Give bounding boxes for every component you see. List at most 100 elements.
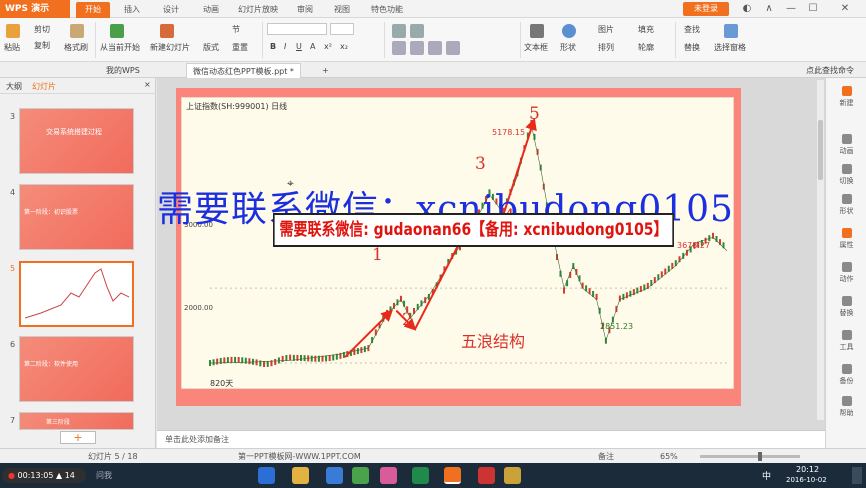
paste-icon[interactable] — [6, 24, 20, 38]
excel-icon[interactable] — [412, 467, 429, 484]
outline-button[interactable]: 轮廓 — [638, 42, 654, 53]
textbox-button[interactable]: 文本框 — [524, 42, 548, 53]
find-button[interactable]: 查找 — [684, 24, 700, 35]
explorer-icon[interactable] — [292, 467, 309, 484]
arrange-button[interactable]: 排列 — [598, 42, 614, 53]
minimize-icon[interactable]: — — [780, 0, 802, 18]
store-icon[interactable] — [326, 467, 343, 484]
close-panel-icon[interactable]: × — [144, 80, 151, 89]
ime-indicator[interactable]: 中 — [762, 469, 771, 482]
add-tab-button[interactable]: + — [316, 63, 335, 78]
rp-new[interactable]: 新建 — [826, 86, 866, 108]
number-list-icon[interactable] — [410, 24, 424, 38]
new-slide-icon[interactable] — [160, 24, 174, 38]
zoom-level[interactable]: 65% — [660, 449, 678, 464]
zoom-slider[interactable] — [700, 452, 800, 461]
tab-slideshow[interactable]: 幻灯片放映 — [232, 2, 284, 18]
replace-button[interactable]: 替换 — [684, 42, 700, 53]
command-search[interactable]: 点此查找命令 — [800, 63, 860, 78]
format-painter-icon[interactable] — [70, 24, 84, 38]
clock-date[interactable]: 2016-10-02 — [786, 476, 827, 484]
tab-outline[interactable]: 大纲 — [6, 81, 22, 92]
shapes-button[interactable]: 形状 — [560, 42, 576, 53]
notification-icon[interactable] — [852, 467, 862, 484]
font-size-select[interactable] — [330, 23, 354, 35]
app-gold-icon[interactable] — [504, 467, 521, 484]
tab-review[interactable]: 审阅 — [290, 2, 320, 18]
cortana-search[interactable]: 问我 — [96, 470, 112, 481]
textbox-icon[interactable] — [530, 24, 544, 38]
rp-tools[interactable]: 工具 — [826, 330, 866, 352]
title-bar: WPS 演示 开始 插入 设计 动画 幻灯片放映 审阅 视图 特色功能 未登录 … — [0, 0, 866, 18]
paste-button[interactable]: 粘贴 — [4, 42, 20, 53]
app-menu-button[interactable]: WPS 演示 — [0, 0, 70, 18]
from-current-button[interactable]: 从当前开始 — [100, 42, 140, 53]
skin-icon[interactable]: ◐ — [736, 0, 758, 18]
rp-shapes[interactable]: 形状 — [826, 194, 866, 216]
bullet-list-icon[interactable] — [392, 24, 406, 38]
rp-transition[interactable]: 切换 — [826, 164, 866, 186]
slide-thumbnail-4[interactable]: 第一阶段：初识股票 — [19, 184, 134, 250]
copy-button[interactable]: 复制 — [34, 40, 50, 51]
ribbon-toggle-icon[interactable]: ∧ — [758, 0, 780, 18]
notes-pane[interactable]: 单击此处添加备注 — [157, 430, 825, 448]
rp-properties[interactable]: 属性 — [826, 228, 866, 250]
superscript-button[interactable]: x² — [324, 42, 332, 51]
tab-special[interactable]: 特色功能 — [364, 2, 410, 18]
edge-icon[interactable] — [258, 467, 275, 484]
font-name-select[interactable] — [267, 23, 327, 35]
align-right-icon[interactable] — [428, 41, 442, 55]
subscript-button[interactable]: x₂ — [340, 42, 348, 51]
rp-backup[interactable]: 备份 — [826, 364, 866, 386]
app-red-icon[interactable] — [478, 467, 495, 484]
tab-view[interactable]: 视图 — [326, 2, 358, 18]
tab-home[interactable]: 开始 — [76, 2, 110, 18]
doc-tab-ppt[interactable]: 微信动态红色PPT模板.ppt * — [186, 63, 301, 78]
tab-animation[interactable]: 动画 — [194, 2, 228, 18]
justify-icon[interactable] — [446, 41, 460, 55]
section-button[interactable]: 节 — [232, 24, 240, 35]
clock-time[interactable]: 20:12 — [796, 465, 819, 474]
shapes-icon[interactable] — [562, 24, 576, 38]
rp-replace[interactable]: 替换 — [826, 296, 866, 318]
tab-insert[interactable]: 插入 — [116, 2, 148, 18]
bold-button[interactable]: B — [270, 42, 276, 51]
tab-design[interactable]: 设计 — [154, 2, 188, 18]
add-slide-button[interactable]: + — [60, 431, 96, 444]
italic-button[interactable]: I — [284, 42, 286, 51]
panel-tabs: 大纲 幻灯片 × — [0, 78, 156, 94]
underline-button[interactable]: U — [296, 42, 302, 51]
rp-animation[interactable]: 动画 — [826, 134, 866, 156]
app-pink-icon[interactable] — [380, 467, 397, 484]
close-icon[interactable]: ✕ — [824, 0, 866, 18]
cut-button[interactable]: 剪切 — [34, 24, 50, 35]
notes-toggle[interactable]: 备注 — [598, 449, 614, 464]
align-left-icon[interactable] — [392, 41, 406, 55]
recorder-widget[interactable]: ● 00:13:05 ▲ 14 — [2, 468, 86, 483]
font-color-button[interactable]: A — [310, 42, 315, 51]
play-from-current-icon[interactable] — [110, 24, 124, 38]
doc-tab-mywps[interactable]: 我的WPS — [100, 63, 146, 78]
slide-thumbnail-7[interactable]: 第三阶段 — [19, 412, 134, 430]
picture-button[interactable]: 图片 — [598, 24, 614, 35]
reset-button[interactable]: 重置 — [232, 42, 248, 53]
layout-button[interactable]: 版式 — [203, 42, 219, 53]
app-green-icon[interactable] — [352, 467, 369, 484]
maximize-icon[interactable]: ☐ — [802, 0, 824, 18]
slide-thumbnail-6[interactable]: 第二阶段：软件使用 — [19, 336, 134, 402]
slide-thumbnail-5[interactable] — [19, 261, 134, 327]
select-pane-button[interactable]: 选择窗格 — [714, 42, 746, 53]
fill-button[interactable]: 填充 — [638, 24, 654, 35]
tab-slides[interactable]: 幻灯片 — [32, 81, 56, 92]
align-center-icon[interactable] — [410, 41, 424, 55]
wps-presentation-icon[interactable] — [444, 467, 461, 484]
format-painter-button[interactable]: 格式刷 — [64, 42, 88, 53]
new-slide-button[interactable]: 新建幻灯片 — [150, 42, 190, 53]
vertical-scrollbar[interactable] — [817, 80, 824, 420]
rp-action[interactable]: 动作 — [826, 262, 866, 284]
rp-help[interactable]: 帮助 — [826, 396, 866, 418]
low-label: 2851.23 — [600, 322, 634, 331]
slide-thumbnail-3[interactable]: 交易系统搭建过程 — [19, 108, 134, 174]
login-button[interactable]: 未登录 — [683, 2, 729, 16]
select-pane-icon[interactable] — [724, 24, 738, 38]
